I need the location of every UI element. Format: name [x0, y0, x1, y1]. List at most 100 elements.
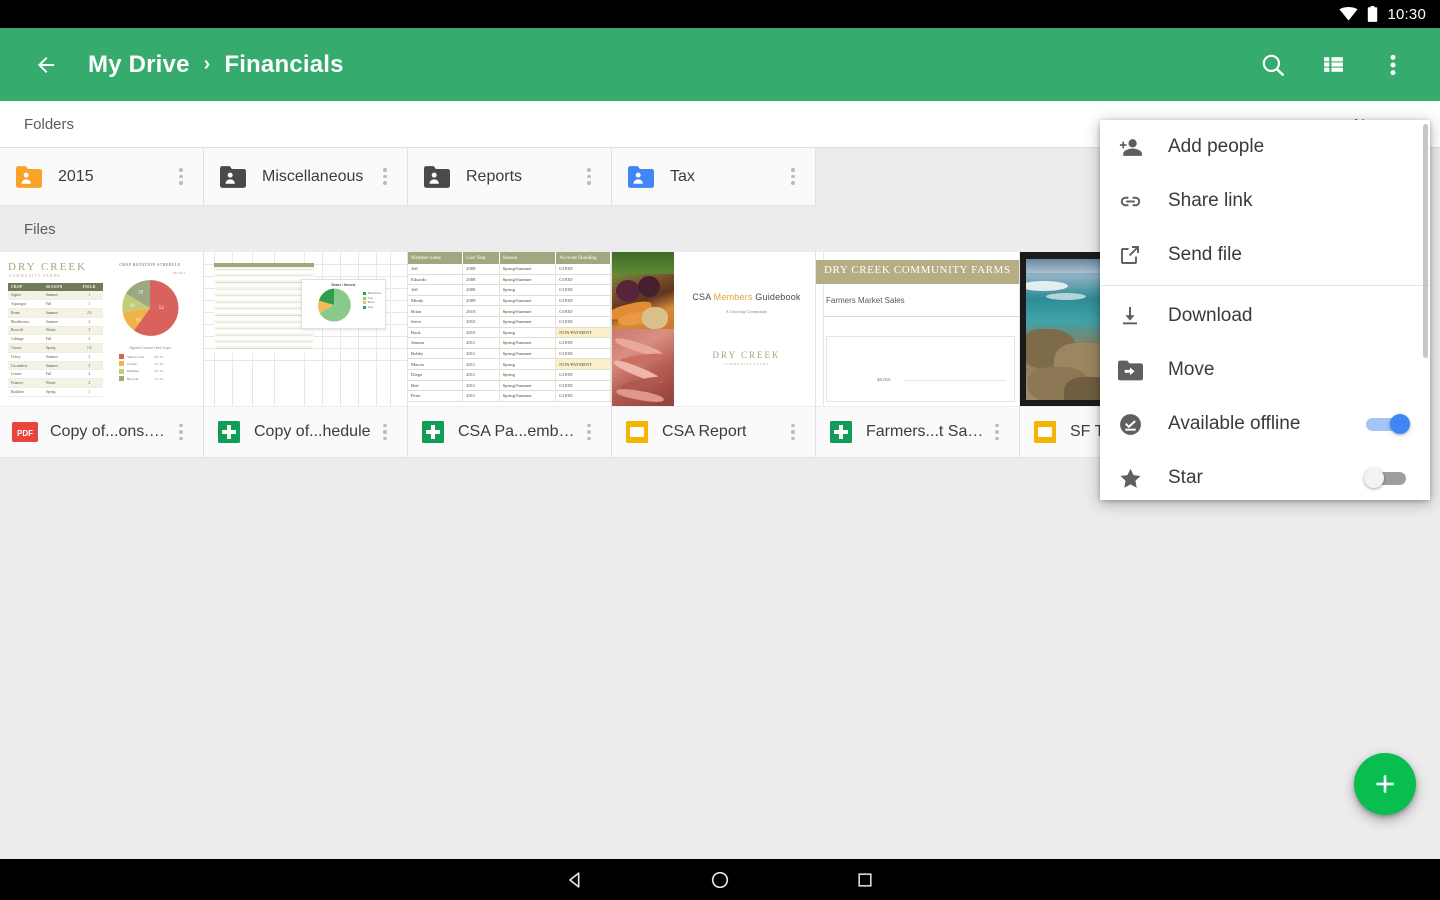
breadcrumb-root[interactable]: My Drive — [88, 51, 190, 79]
list-view-button[interactable] — [1310, 42, 1356, 88]
list-view-icon — [1321, 52, 1346, 77]
thumb-slide-title: CSA Members Guidebook — [692, 292, 800, 302]
status-time: 10:30 — [1387, 6, 1426, 23]
file-card[interactable]: CSA Members Guidebook A Growing Communit… — [612, 252, 816, 458]
file-card[interactable]: DRY CREEK COMMUNITY FARMS CROP SEASON FI… — [0, 252, 204, 458]
col-header: SEASON — [43, 283, 76, 291]
menu-item-label: Add people — [1168, 136, 1264, 158]
star-toggle[interactable] — [1364, 466, 1410, 490]
thumb-photo-vegetables — [612, 252, 674, 329]
person-add-icon — [1118, 135, 1154, 160]
folder-overflow-button[interactable] — [169, 162, 193, 192]
files-section-title: Files — [24, 221, 56, 238]
svg-text:16: 16 — [130, 304, 135, 309]
folder-name: Miscellaneous — [262, 168, 363, 186]
action-bar-actions — [1250, 42, 1440, 88]
folder-overflow-button[interactable] — [373, 162, 397, 192]
file-name: CSA Pa...embers — [458, 423, 576, 441]
available-offline-toggle[interactable] — [1364, 412, 1410, 436]
nav-back-button[interactable] — [503, 859, 648, 900]
nav-home-button[interactable] — [648, 859, 793, 900]
folder-overflow-button[interactable] — [781, 162, 805, 192]
menu-item-label: Send file — [1168, 244, 1242, 266]
table-row: PotatoesWinter2 — [8, 379, 103, 388]
thumb-brand-title: DRY CREEK — [8, 261, 103, 273]
link-icon — [1118, 189, 1154, 214]
menu-item-label: Available offline — [1168, 413, 1300, 435]
menu-item-add-people[interactable]: Add people — [1100, 120, 1430, 174]
home-circle-icon — [709, 869, 731, 891]
menu-item-download[interactable]: Download — [1100, 289, 1430, 343]
folder-card-2015[interactable]: 2015 — [0, 148, 204, 206]
table-row: CelerySummer3 — [8, 352, 103, 361]
shared-folder-icon — [424, 166, 450, 188]
folders-section-title: Folders — [24, 116, 74, 133]
file-card[interactable]: DRY CREEK COMMUNITY FARMS Farmers Market… — [816, 252, 1020, 458]
menu-item-star[interactable]: Star — [1100, 451, 1430, 500]
folder-overflow-button[interactable] — [577, 162, 601, 192]
file-card-footer: Farmers...t Sales — [816, 407, 1019, 457]
menu-scrollbar[interactable] — [1423, 124, 1428, 358]
svg-text:PDF: PDF — [17, 429, 33, 438]
table-row: Peter2011Spring/SummerGOOD — [408, 391, 611, 402]
legend-entry: Yellow Corn 903 lbs — [119, 354, 190, 359]
file-thumbnail: CSA Members Guidebook A Growing Communit… — [612, 252, 815, 407]
legend-entry: Carrots 501 lbs — [119, 361, 190, 366]
thumb-photo-beans — [612, 329, 674, 407]
action-bar: My Drive › Financials — [0, 28, 1440, 101]
file-overflow-button[interactable] — [577, 417, 601, 447]
thumb-brand-sub: COMMUNITY FARMS — [9, 274, 103, 278]
crop-rotation-table: CROP SEASON FIELD ApplesSummer1 Asparagu… — [8, 283, 103, 397]
folder-card-miscellaneous[interactable]: Miscellaneous — [204, 148, 408, 206]
star-icon — [1118, 466, 1154, 491]
file-name: Copy of...ons.pdf — [50, 423, 168, 441]
search-button[interactable] — [1250, 42, 1296, 88]
folder-card-reports[interactable]: Reports — [408, 148, 612, 206]
file-card[interactable]: Beans / Harvest Blackberries Corn Beans — [204, 252, 408, 458]
menu-item-share-link[interactable]: Share link — [1100, 174, 1430, 228]
csa-members-table: Member name Last Year Season Account Sta… — [408, 252, 611, 402]
plus-icon — [1372, 771, 1398, 797]
file-overflow-button[interactable] — [781, 417, 805, 447]
folder-name: Tax — [670, 168, 695, 186]
sheets-file-icon — [216, 419, 242, 445]
col-header: FIELD — [76, 283, 103, 291]
menu-item-available-offline[interactable]: Available offline — [1100, 397, 1430, 451]
sheets-file-icon — [420, 419, 446, 445]
thumb-banner-title: DRY CREEK COMMUNITY FARMS — [824, 264, 1011, 276]
menu-item-send-file[interactable]: Send file — [1100, 228, 1430, 282]
thumb-legend-title: Highest Current Yield Crops — [110, 346, 190, 350]
file-overflow-button[interactable] — [985, 417, 1009, 447]
table-row: ApplesSummer1 — [8, 291, 103, 299]
folder-card-tax[interactable]: Tax — [612, 148, 816, 206]
back-button[interactable] — [26, 45, 66, 85]
slides-file-icon — [624, 419, 650, 445]
table-row: BroccoliWinter3 — [8, 326, 103, 335]
col-header: Account Standing — [556, 252, 611, 264]
table-row: LettuceFall4 — [8, 370, 103, 379]
download-icon — [1118, 304, 1154, 328]
overflow-menu-button[interactable] — [1370, 42, 1416, 88]
table-row: Jeff2008Spring/SummerGOOD — [408, 264, 611, 274]
menu-divider — [1100, 285, 1430, 286]
menu-item-move[interactable]: Move — [1100, 343, 1430, 397]
shared-folder-icon — [628, 166, 654, 188]
back-triangle-icon — [564, 869, 586, 891]
embedded-sales-chart: $8,000 — [826, 336, 1015, 402]
table-row: CarrotsSpring1/2 — [8, 344, 103, 353]
open-in-new-icon — [1118, 243, 1154, 267]
file-context-menu: Add people Share link Send file — [1100, 120, 1430, 500]
legend-entry: Radishes 287 lbs — [119, 369, 190, 374]
nav-recents-button[interactable] — [793, 859, 938, 900]
file-overflow-button[interactable] — [373, 417, 397, 447]
table-row: Bett2011Spring/SummerGOOD — [408, 380, 611, 391]
menu-item-label: Download — [1168, 305, 1253, 327]
create-new-fab[interactable] — [1354, 753, 1416, 815]
file-card-footer: CSA Pa...embers — [408, 407, 611, 457]
file-card[interactable]: Member name Last Year Season Account Sta… — [408, 252, 612, 458]
arrow-back-icon — [32, 53, 60, 77]
file-overflow-button[interactable] — [169, 417, 193, 447]
sheets-file-icon — [828, 419, 854, 445]
recents-square-icon — [855, 870, 875, 890]
table-row: Jemma2011Spring/SummerGOOD — [408, 338, 611, 349]
